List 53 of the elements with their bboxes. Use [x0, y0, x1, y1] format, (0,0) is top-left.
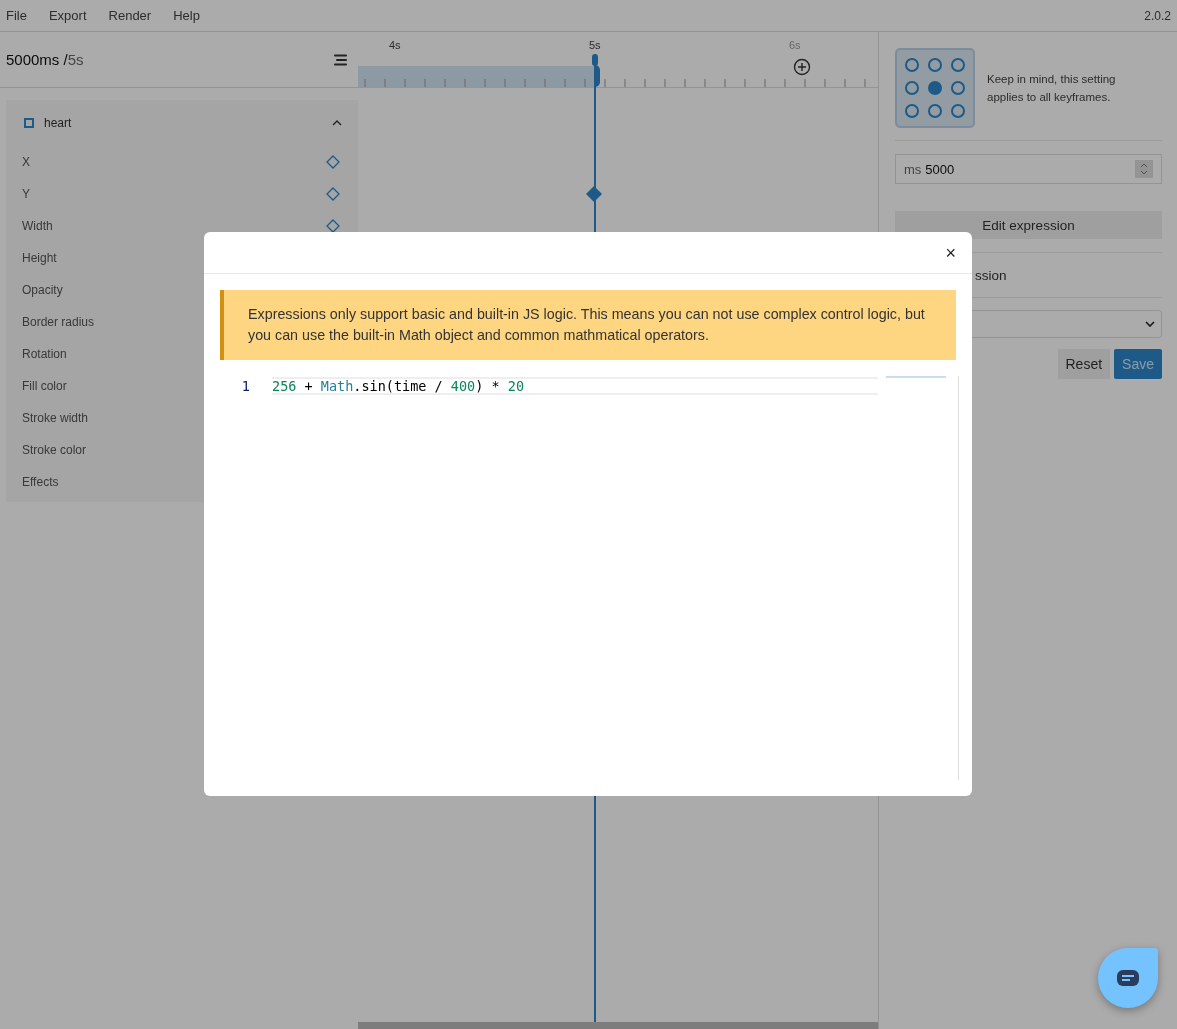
- time-tick-label: 6s: [789, 39, 801, 51]
- chevron-icon[interactable]: [332, 120, 342, 126]
- anchor-point[interactable]: [950, 58, 965, 73]
- code-editor[interactable]: 1 256 + Math.sin(time / 400) * 20: [220, 376, 972, 780]
- anchor-note: Keep in mind, this setting applies to all keyframes.: [987, 72, 1117, 105]
- version-label: 2.0.2: [1144, 8, 1171, 23]
- anchor-point[interactable]: [905, 81, 920, 95]
- code-line: 256 + Math.sin(time / 400) * 20: [272, 377, 878, 395]
- square-icon: [24, 118, 34, 128]
- menu-item[interactable]: Export: [48, 8, 87, 23]
- line-number: 1: [240, 378, 251, 394]
- reset-button[interactable]: Reset: [1057, 349, 1111, 379]
- chat-icon: [1116, 969, 1140, 987]
- anchor-point[interactable]: [905, 103, 920, 118]
- property-label: Stroke color: [22, 443, 87, 457]
- anchor-point[interactable]: [905, 58, 920, 73]
- property-label: Y: [22, 187, 30, 201]
- anchor-point[interactable]: [950, 103, 965, 118]
- property-label: Stroke width: [22, 411, 89, 425]
- time-tick-label: 5s: [589, 39, 601, 51]
- property-label: X: [22, 155, 30, 169]
- property-label: Width: [22, 219, 53, 233]
- property-label: Height: [22, 251, 57, 265]
- property-label: Border radius: [22, 315, 95, 329]
- expression-label[interactable]: ssion: [975, 267, 1007, 283]
- warning-alert: Expressions only support basic and built-in JS logic. This means you can not use complex control logic, but you can use the built-in Math object and common mathmatical operators.: [220, 290, 956, 360]
- current-time: 5000ms /5s: [6, 51, 84, 68]
- anchor-point[interactable]: [928, 81, 942, 95]
- anchor-point[interactable]: [950, 81, 965, 95]
- spinner-icon[interactable]: [1135, 160, 1153, 178]
- chevron-icon: [1145, 321, 1155, 327]
- time-tick-label: 4s: [389, 39, 401, 51]
- time-field[interactable]: ms 5000: [895, 154, 1162, 184]
- diamond-icon[interactable]: [326, 155, 340, 169]
- time-input[interactable]: 5000: [925, 161, 1131, 177]
- property-label: Rotation: [22, 347, 67, 361]
- layer-name[interactable]: heart: [44, 116, 322, 130]
- chat-button[interactable]: [1098, 948, 1158, 1008]
- scrollbar[interactable]: [358, 1022, 878, 1029]
- menu-item[interactable]: Help: [173, 8, 200, 23]
- anchor-point[interactable]: [928, 103, 942, 118]
- diamond-icon[interactable]: [326, 187, 340, 201]
- property-label: Effects: [22, 475, 59, 489]
- menu-item[interactable]: File: [6, 8, 27, 23]
- close-button[interactable]: ×: [941, 243, 960, 262]
- add-icon[interactable]: [793, 58, 811, 76]
- property-label: Fill color: [22, 379, 67, 393]
- anchor-point[interactable]: [928, 58, 942, 73]
- property-label: Opacity: [22, 283, 63, 297]
- menu-item[interactable]: Render: [108, 8, 152, 23]
- diamond-icon[interactable]: [326, 219, 340, 233]
- edit-expression-button[interactable]: Edit expression: [895, 211, 1162, 239]
- menu-icon[interactable]: [333, 53, 348, 66]
